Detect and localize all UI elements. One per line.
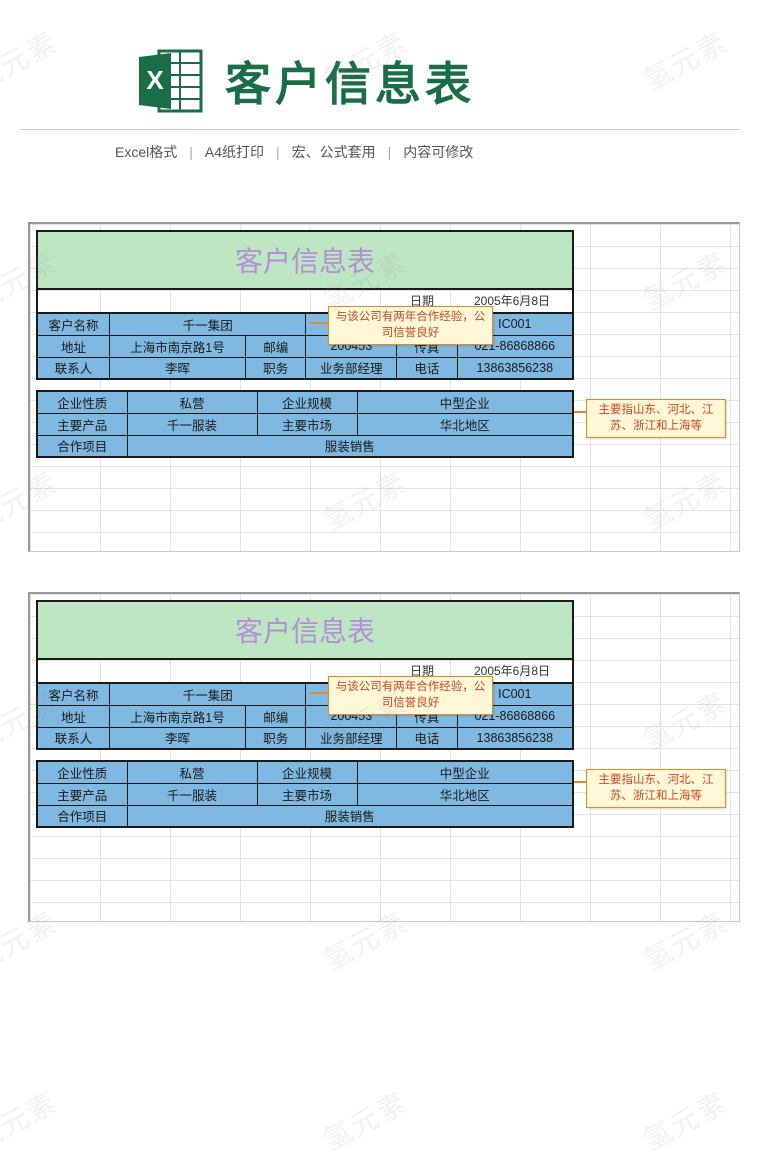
cell-value: 千一服装 bbox=[127, 413, 257, 435]
cell-label: 联系人 bbox=[37, 727, 110, 749]
cell-value: 私营 bbox=[127, 391, 257, 413]
sub-info-bar: Excel格式| A4纸打印| 宏、公式套用| 内容可修改 bbox=[0, 130, 760, 222]
tag-editable: 内容可修改 bbox=[403, 142, 473, 162]
comment-callout-2: 主要指山东、河北、江苏、浙江和上海等 bbox=[586, 769, 726, 808]
callout-connector bbox=[574, 411, 586, 413]
cell-value: 服装销售 bbox=[127, 805, 573, 827]
cell-value: 上海市南京路1号 bbox=[110, 705, 246, 727]
cell-label: 联系人 bbox=[37, 357, 110, 379]
cell-label: 合作项目 bbox=[37, 435, 127, 457]
spreadsheet-preview-2: 客户信息表 日期 2005年6月8日 客户名称 千一集团 IC001 地址 上海… bbox=[28, 592, 740, 922]
cell-label: 主要市场 bbox=[257, 783, 357, 805]
page-header: X 客户信息表 bbox=[20, 0, 740, 130]
cell-value: 中型企业 bbox=[357, 761, 573, 783]
cell-label: 主要市场 bbox=[257, 413, 357, 435]
cell-label: 企业规模 bbox=[257, 391, 357, 413]
watermark: 氢元素 bbox=[316, 1081, 414, 1159]
table-row: 主要产品 千一服装 主要市场 华北地区 bbox=[37, 413, 573, 435]
tag-format: Excel格式 bbox=[115, 142, 177, 162]
cell-value: 业务部经理 bbox=[306, 357, 397, 379]
spreadsheet-preview-1: 客户信息表 日期 2005年6月8日 客户名称 千一集团 IC001 地址 上海… bbox=[28, 222, 740, 552]
cell-label: 企业性质 bbox=[37, 761, 127, 783]
cell-value: 中型企业 bbox=[357, 391, 573, 413]
cell-value: 千一服装 bbox=[127, 783, 257, 805]
watermark: 氢元素 bbox=[0, 1081, 64, 1159]
cell-label: 电话 bbox=[397, 357, 457, 379]
info-table-1: 客户名称 千一集团 IC001 地址 上海市南京路1号 邮编 200453 传真… bbox=[36, 312, 574, 380]
cell-value: 业务部经理 bbox=[306, 727, 397, 749]
cell-label: 邮编 bbox=[246, 335, 306, 357]
table-row: 主要产品 千一服装 主要市场 华北地区 bbox=[37, 783, 573, 805]
cell-label: 地址 bbox=[37, 705, 110, 727]
date-row: 日期 2005年6月8日 bbox=[36, 290, 574, 312]
cell-label: 客户名称 bbox=[37, 313, 110, 335]
comment-callout-1: 与该公司有两年合作经验，公司信誉良好 bbox=[328, 306, 493, 345]
cell-value: 13863856238 bbox=[457, 357, 573, 379]
info-table-1: 客户名称 千一集团 IC001 地址 上海市南京路1号 邮编 200453 传真… bbox=[36, 682, 574, 750]
sheet-title-text: 客户信息表 bbox=[235, 610, 375, 650]
sheet-content: 客户信息表 日期 2005年6月8日 客户名称 千一集团 IC001 地址 上海… bbox=[36, 600, 574, 828]
table-row: 合作项目 服装销售 bbox=[37, 435, 573, 457]
cell-label: 主要产品 bbox=[37, 413, 127, 435]
excel-icon: X bbox=[135, 45, 207, 117]
table-row: 合作项目 服装销售 bbox=[37, 805, 573, 827]
cell-label: 地址 bbox=[37, 335, 110, 357]
table-row: 联系人 李晖 职务 业务部经理 电话 13863856238 bbox=[37, 357, 573, 379]
callout-connector bbox=[574, 781, 586, 783]
callout-connector bbox=[310, 692, 328, 694]
cell-value: 13863856238 bbox=[457, 727, 573, 749]
cell-label: 企业规模 bbox=[257, 761, 357, 783]
info-table-2: 企业性质 私营 企业规模 中型企业 主要产品 千一服装 主要市场 华北地区 合作… bbox=[36, 390, 574, 458]
cell-label: 合作项目 bbox=[37, 805, 127, 827]
cell-label: 企业性质 bbox=[37, 391, 127, 413]
comment-callout-2: 主要指山东、河北、江苏、浙江和上海等 bbox=[586, 399, 726, 438]
table-row: 企业性质 私营 企业规模 中型企业 bbox=[37, 761, 573, 783]
page-title: 客户信息表 bbox=[225, 48, 475, 114]
sheet-title-bar: 客户信息表 bbox=[36, 600, 574, 660]
table-row: 企业性质 私营 企业规模 中型企业 bbox=[37, 391, 573, 413]
cell-value: 服装销售 bbox=[127, 435, 573, 457]
table-row: 联系人 李晖 职务 业务部经理 电话 13863856238 bbox=[37, 727, 573, 749]
cell-value: 华北地区 bbox=[357, 783, 573, 805]
cell-value: 千一集团 bbox=[110, 313, 306, 335]
svg-text:X: X bbox=[146, 65, 164, 95]
info-table-2: 企业性质 私营 企业规模 中型企业 主要产品 千一服装 主要市场 华北地区 合作… bbox=[36, 760, 574, 828]
cell-value: 华北地区 bbox=[357, 413, 573, 435]
cell-label: 客户名称 bbox=[37, 683, 110, 705]
cell-label: 职务 bbox=[246, 727, 306, 749]
tag-macro: 宏、公式套用 bbox=[292, 142, 376, 162]
comment-callout-1: 与该公司有两年合作经验，公司信誉良好 bbox=[328, 676, 493, 715]
cell-value: 李晖 bbox=[110, 727, 246, 749]
cell-label: 主要产品 bbox=[37, 783, 127, 805]
sheet-title-bar: 客户信息表 bbox=[36, 230, 574, 290]
date-row: 日期 2005年6月8日 bbox=[36, 660, 574, 682]
callout-connector bbox=[310, 322, 328, 324]
watermark: 氢元素 bbox=[636, 1081, 734, 1159]
cell-label: 职务 bbox=[246, 357, 306, 379]
cell-value: 李晖 bbox=[110, 357, 246, 379]
cell-value: 上海市南京路1号 bbox=[110, 335, 246, 357]
cell-value: 私营 bbox=[127, 761, 257, 783]
cell-label: 邮编 bbox=[246, 705, 306, 727]
sheet-title-text: 客户信息表 bbox=[235, 240, 375, 280]
cell-value: 千一集团 bbox=[110, 683, 306, 705]
tag-paper: A4纸打印 bbox=[205, 142, 264, 162]
sheet-content: 客户信息表 日期 2005年6月8日 客户名称 千一集团 IC001 地址 上海… bbox=[36, 230, 574, 458]
cell-label: 电话 bbox=[397, 727, 457, 749]
